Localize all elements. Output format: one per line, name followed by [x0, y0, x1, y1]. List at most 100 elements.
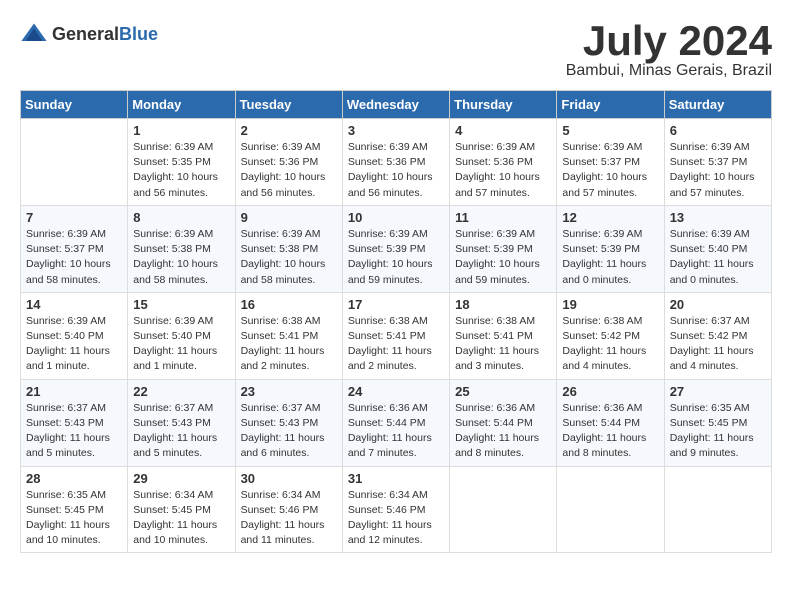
day-info: Sunrise: 6:37 AMSunset: 5:42 PMDaylight:… — [670, 314, 766, 375]
calendar-week-5: 28 Sunrise: 6:35 AMSunset: 5:45 PMDayligh… — [21, 466, 772, 553]
day-number: 15 — [133, 297, 229, 312]
calendar-cell: 14 Sunrise: 6:39 AMSunset: 5:40 PMDayligh… — [21, 292, 128, 379]
day-number: 23 — [241, 384, 337, 399]
day-info: Sunrise: 6:34 AMSunset: 5:46 PMDaylight:… — [348, 488, 444, 549]
day-info: Sunrise: 6:36 AMSunset: 5:44 PMDaylight:… — [455, 401, 551, 462]
day-info: Sunrise: 6:39 AMSunset: 5:40 PMDaylight:… — [133, 314, 229, 375]
calendar-week-1: 1 Sunrise: 6:39 AMSunset: 5:35 PMDaylight… — [21, 119, 772, 206]
day-info: Sunrise: 6:38 AMSunset: 5:41 PMDaylight:… — [348, 314, 444, 375]
calendar-cell — [450, 466, 557, 553]
day-number: 4 — [455, 123, 551, 138]
day-number: 28 — [26, 471, 122, 486]
calendar-cell: 11Sunrise: 6:39 AMSunset: 5:39 PMDayligh… — [450, 205, 557, 292]
logo: GeneralBlue — [20, 20, 158, 48]
calendar-cell: 8 Sunrise: 6:39 AMSunset: 5:38 PMDaylight… — [128, 205, 235, 292]
calendar-cell — [21, 119, 128, 206]
calendar-cell: 17 Sunrise: 6:38 AMSunset: 5:41 PMDayligh… — [342, 292, 449, 379]
calendar-cell — [557, 466, 664, 553]
calendar-cell: 18 Sunrise: 6:38 AMSunset: 5:41 PMDayligh… — [450, 292, 557, 379]
day-info: Sunrise: 6:39 AMSunset: 5:40 PMDaylight:… — [670, 227, 766, 288]
day-info: Sunrise: 6:34 AMSunset: 5:46 PMDaylight:… — [241, 488, 337, 549]
calendar-cell: 22 Sunrise: 6:37 AMSunset: 5:43 PMDayligh… — [128, 379, 235, 466]
day-number: 22 — [133, 384, 229, 399]
header-tuesday: Tuesday — [235, 91, 342, 119]
day-number: 19 — [562, 297, 658, 312]
day-info: Sunrise: 6:35 AMSunset: 5:45 PMDaylight:… — [670, 401, 766, 462]
day-info: Sunrise: 6:39 AMSunset: 5:37 PMDaylight:… — [562, 140, 658, 201]
title-section: July 2024 Bambui, Minas Gerais, Brazil — [566, 20, 772, 80]
logo-text: GeneralBlue — [52, 24, 158, 45]
day-number: 20 — [670, 297, 766, 312]
calendar-cell: 30 Sunrise: 6:34 AMSunset: 5:46 PMDayligh… — [235, 466, 342, 553]
day-info: Sunrise: 6:39 AMSunset: 5:35 PMDaylight:… — [133, 140, 229, 201]
calendar-cell: 27 Sunrise: 6:35 AMSunset: 5:45 PMDayligh… — [664, 379, 771, 466]
day-info: Sunrise: 6:36 AMSunset: 5:44 PMDaylight:… — [348, 401, 444, 462]
day-number: 31 — [348, 471, 444, 486]
calendar-cell: 7Sunrise: 6:39 AMSunset: 5:37 PMDaylight… — [21, 205, 128, 292]
calendar-cell: 5 Sunrise: 6:39 AMSunset: 5:37 PMDaylight… — [557, 119, 664, 206]
day-number: 2 — [241, 123, 337, 138]
calendar-cell: 1 Sunrise: 6:39 AMSunset: 5:35 PMDaylight… — [128, 119, 235, 206]
day-number: 12 — [562, 210, 658, 225]
header-monday: Monday — [128, 91, 235, 119]
calendar-table: SundayMondayTuesdayWednesdayThursdayFrid… — [20, 90, 772, 553]
day-info: Sunrise: 6:39 AMSunset: 5:39 PMDaylight:… — [348, 227, 444, 288]
calendar-cell: 12 Sunrise: 6:39 AMSunset: 5:39 PMDayligh… — [557, 205, 664, 292]
calendar-cell: 26 Sunrise: 6:36 AMSunset: 5:44 PMDayligh… — [557, 379, 664, 466]
day-number: 14 — [26, 297, 122, 312]
day-info: Sunrise: 6:39 AMSunset: 5:36 PMDaylight:… — [455, 140, 551, 201]
calendar-week-3: 14 Sunrise: 6:39 AMSunset: 5:40 PMDayligh… — [21, 292, 772, 379]
header-sunday: Sunday — [21, 91, 128, 119]
calendar-cell: 19 Sunrise: 6:38 AMSunset: 5:42 PMDayligh… — [557, 292, 664, 379]
day-info: Sunrise: 6:37 AMSunset: 5:43 PMDaylight:… — [241, 401, 337, 462]
calendar-cell: 15 Sunrise: 6:39 AMSunset: 5:40 PMDayligh… — [128, 292, 235, 379]
day-info: Sunrise: 6:38 AMSunset: 5:42 PMDaylight:… — [562, 314, 658, 375]
day-info: Sunrise: 6:39 AMSunset: 5:40 PMDaylight:… — [26, 314, 122, 375]
day-info: Sunrise: 6:39 AMSunset: 5:39 PMDaylight:… — [455, 227, 551, 288]
header-wednesday: Wednesday — [342, 91, 449, 119]
calendar-cell: 28 Sunrise: 6:35 AMSunset: 5:45 PMDayligh… — [21, 466, 128, 553]
day-number: 18 — [455, 297, 551, 312]
calendar-cell: 13Sunrise: 6:39 AMSunset: 5:40 PMDayligh… — [664, 205, 771, 292]
day-number: 17 — [348, 297, 444, 312]
day-number: 30 — [241, 471, 337, 486]
day-info: Sunrise: 6:35 AMSunset: 5:45 PMDaylight:… — [26, 488, 122, 549]
day-number: 26 — [562, 384, 658, 399]
day-number: 3 — [348, 123, 444, 138]
calendar-cell: 2Sunrise: 6:39 AMSunset: 5:36 PMDaylight… — [235, 119, 342, 206]
day-info: Sunrise: 6:39 AMSunset: 5:37 PMDaylight:… — [26, 227, 122, 288]
day-info: Sunrise: 6:39 AMSunset: 5:39 PMDaylight:… — [562, 227, 658, 288]
day-info: Sunrise: 6:38 AMSunset: 5:41 PMDaylight:… — [455, 314, 551, 375]
day-number: 27 — [670, 384, 766, 399]
day-info: Sunrise: 6:39 AMSunset: 5:36 PMDaylight:… — [348, 140, 444, 201]
header-saturday: Saturday — [664, 91, 771, 119]
calendar-cell: 24 Sunrise: 6:36 AMSunset: 5:44 PMDayligh… — [342, 379, 449, 466]
day-info: Sunrise: 6:39 AMSunset: 5:38 PMDaylight:… — [241, 227, 337, 288]
logo-general: General — [52, 24, 119, 44]
calendar-cell: 25 Sunrise: 6:36 AMSunset: 5:44 PMDayligh… — [450, 379, 557, 466]
calendar-cell: 10 Sunrise: 6:39 AMSunset: 5:39 PMDayligh… — [342, 205, 449, 292]
day-info: Sunrise: 6:34 AMSunset: 5:45 PMDaylight:… — [133, 488, 229, 549]
calendar-cell: 6Sunrise: 6:39 AMSunset: 5:37 PMDaylight… — [664, 119, 771, 206]
calendar-cell: 3 Sunrise: 6:39 AMSunset: 5:36 PMDaylight… — [342, 119, 449, 206]
day-number: 24 — [348, 384, 444, 399]
day-info: Sunrise: 6:37 AMSunset: 5:43 PMDaylight:… — [133, 401, 229, 462]
calendar-cell: 29Sunrise: 6:34 AMSunset: 5:45 PMDayligh… — [128, 466, 235, 553]
day-number: 5 — [562, 123, 658, 138]
day-number: 1 — [133, 123, 229, 138]
calendar-cell: 31 Sunrise: 6:34 AMSunset: 5:46 PMDayligh… — [342, 466, 449, 553]
day-number: 8 — [133, 210, 229, 225]
day-number: 25 — [455, 384, 551, 399]
calendar-cell: 20 Sunrise: 6:37 AMSunset: 5:42 PMDayligh… — [664, 292, 771, 379]
day-number: 10 — [348, 210, 444, 225]
calendar-cell: 4 Sunrise: 6:39 AMSunset: 5:36 PMDaylight… — [450, 119, 557, 206]
day-info: Sunrise: 6:36 AMSunset: 5:44 PMDaylight:… — [562, 401, 658, 462]
calendar-week-2: 7Sunrise: 6:39 AMSunset: 5:37 PMDaylight… — [21, 205, 772, 292]
calendar-cell — [664, 466, 771, 553]
calendar-cell: 9Sunrise: 6:39 AMSunset: 5:38 PMDaylight… — [235, 205, 342, 292]
calendar-cell: 21Sunrise: 6:37 AMSunset: 5:43 PMDayligh… — [21, 379, 128, 466]
day-info: Sunrise: 6:39 AMSunset: 5:37 PMDaylight:… — [670, 140, 766, 201]
logo-icon — [20, 20, 48, 48]
header-thursday: Thursday — [450, 91, 557, 119]
day-info: Sunrise: 6:39 AMSunset: 5:38 PMDaylight:… — [133, 227, 229, 288]
